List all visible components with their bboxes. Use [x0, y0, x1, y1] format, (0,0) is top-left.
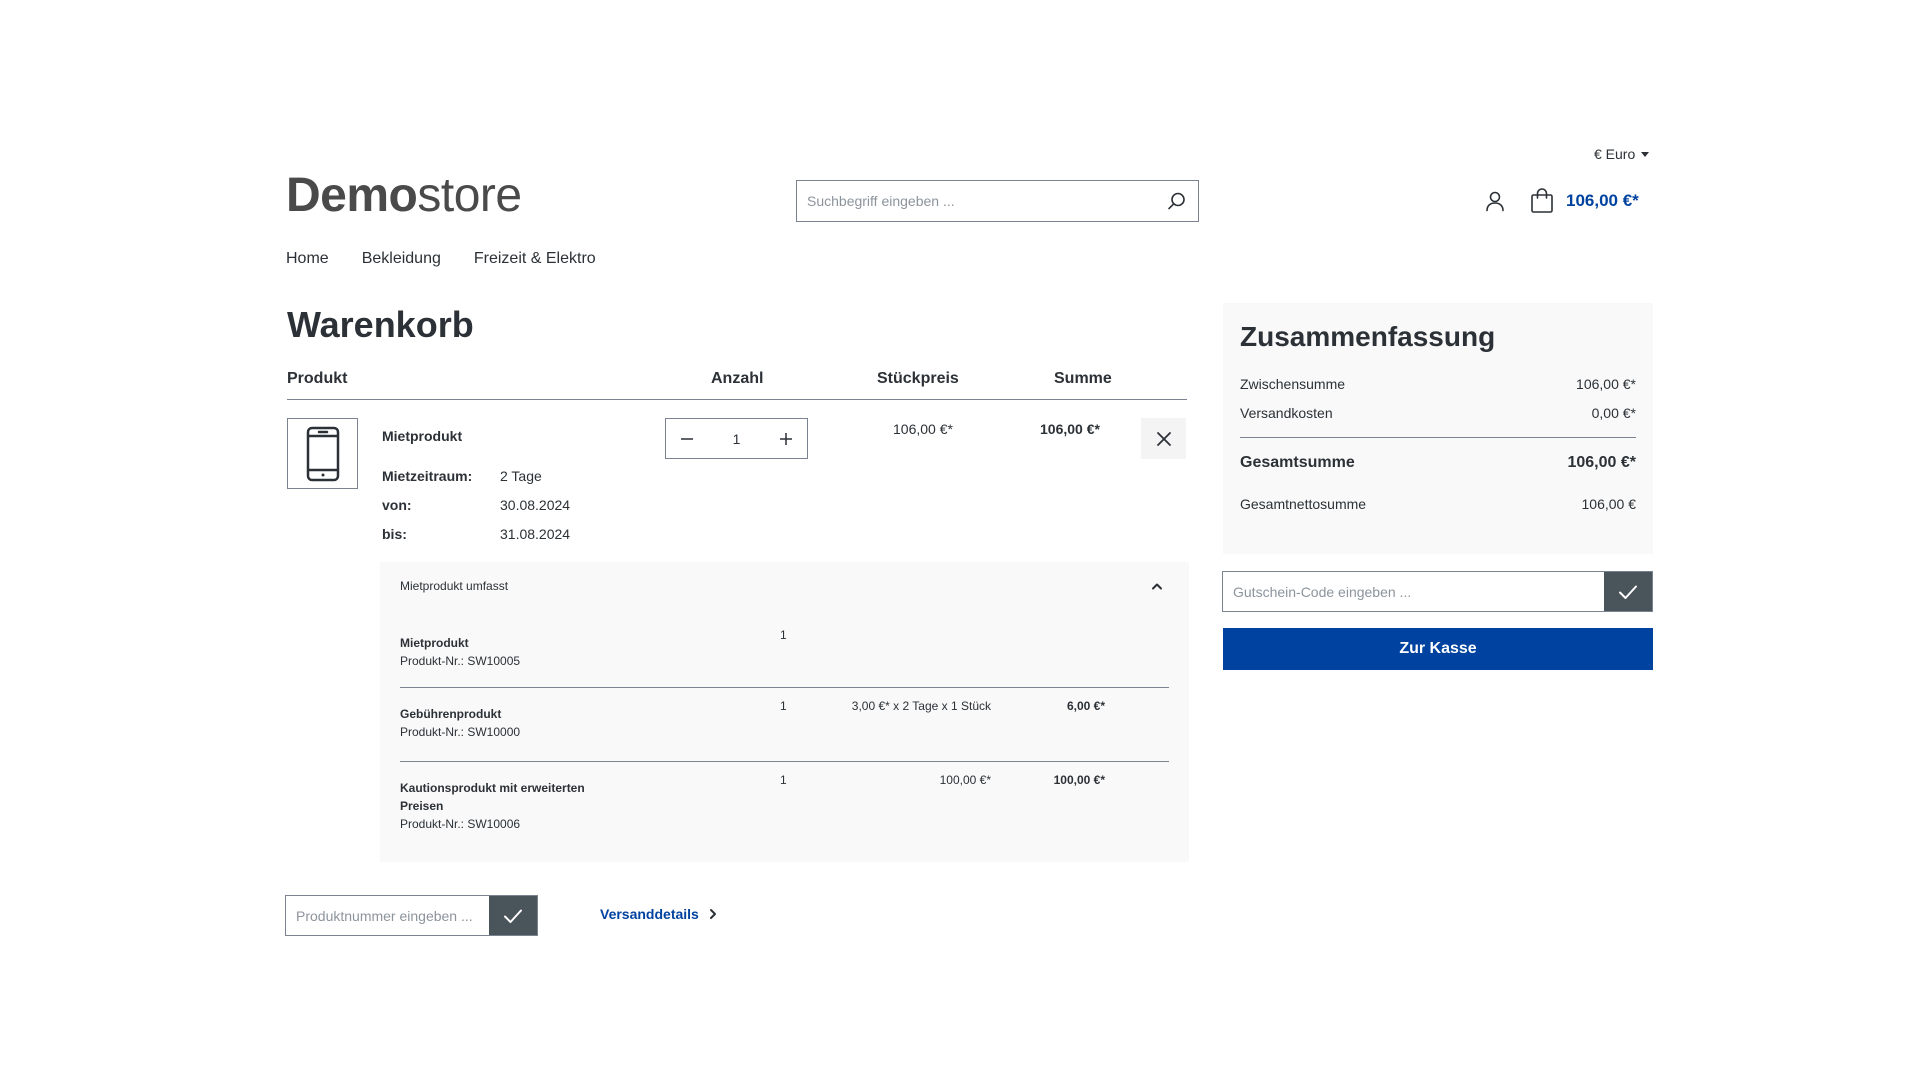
smartphone-icon — [306, 426, 339, 481]
page-title: Warenkorb — [287, 304, 474, 345]
currency-dropdown[interactable]: € Euro — [1594, 146, 1650, 162]
nav-item-freizeit-elektro[interactable]: Freizeit & Elektro — [474, 250, 596, 268]
bundle-item-qty: 1 — [780, 773, 787, 787]
product-name[interactable]: Mietprodukt — [382, 428, 462, 444]
shipping-cost-label: Versandkosten — [1240, 405, 1333, 421]
net-total-value: 106,00 € — [1581, 496, 1637, 512]
rental-to-label: bis: — [382, 526, 407, 542]
voucher-input[interactable] — [1223, 572, 1604, 611]
increase-quantity-button[interactable] — [765, 419, 807, 458]
net-total-label: Gesamtnettosumme — [1240, 496, 1367, 512]
summary-title: Zusammenfassung — [1240, 321, 1496, 352]
bundle-row: Kautionsprodukt mit erweiterten Preisen … — [400, 761, 1169, 851]
bundle-item-sku: Produkt-Nr.: SW10000 — [400, 725, 521, 739]
quantity-value[interactable]: 1 — [708, 431, 765, 447]
check-icon — [1619, 585, 1637, 599]
column-header-product: Produkt — [287, 370, 348, 387]
logo-bold-text: Demo — [286, 169, 418, 222]
column-header-quantity: Anzahl — [711, 370, 764, 387]
bundle-panel: Mietprodukt umfasst Mietprodukt Produkt-… — [380, 562, 1189, 862]
bundle-item-price: 100,00 €* — [939, 773, 991, 787]
search-button[interactable] — [1156, 181, 1198, 221]
currency-label: € Euro — [1594, 146, 1636, 162]
order-summary-panel: Zusammenfassung Zwischensumme 106,00 €* … — [1223, 303, 1653, 554]
column-header-unit-price: Stückpreis — [877, 370, 959, 387]
shipping-details-link[interactable]: Versanddetails — [600, 906, 717, 922]
bundle-item-name: Kautionsprodukt mit erweiterten Preisen — [400, 781, 585, 813]
logo-light-text: store — [417, 169, 522, 222]
summary-shipping-row: Versandkosten 0,00 €* — [1240, 405, 1636, 421]
product-image[interactable] — [287, 418, 358, 489]
cart-table-header: Produkt Anzahl Stückpreis Summe — [287, 368, 1187, 400]
summary-grand-total-row: Gesamtsumme 106,00 €* — [1240, 454, 1636, 472]
bundle-item-price: 3,00 €* x 2 Tage x 1 Stück — [851, 699, 991, 713]
column-header-total: Summe — [1054, 370, 1112, 387]
bundle-row: Gebührenprodukt Produkt-Nr.: SW10000 1 3… — [400, 687, 1169, 761]
bundle-row: Mietprodukt Produkt-Nr.: SW10005 1 — [400, 617, 1169, 687]
rental-period-label: Mietzeitraum: — [382, 468, 473, 484]
caret-down-icon — [1641, 152, 1650, 157]
summary-divider — [1240, 437, 1636, 438]
chevron-up-icon — [1152, 583, 1162, 590]
apply-voucher-button[interactable] — [1604, 572, 1652, 611]
item-unit-price: 106,00 €* — [893, 421, 953, 437]
bundle-row-divider — [400, 761, 1169, 762]
summary-net-total-row: Gesamtnettosumme 106,00 € — [1240, 496, 1636, 512]
store-logo[interactable]: Demostore — [286, 172, 522, 220]
bundle-collapse-button[interactable] — [1145, 574, 1169, 598]
grand-total-label: Gesamtsumme — [1240, 454, 1355, 471]
account-button[interactable] — [1480, 186, 1510, 216]
bundle-item-qty: 1 — [780, 628, 787, 642]
subtotal-label: Zwischensumme — [1240, 376, 1346, 392]
bundle-item-name: Gebührenprodukt — [400, 707, 502, 721]
close-icon — [1156, 431, 1171, 446]
shopping-bag-icon — [1531, 188, 1553, 213]
bundle-item-total: 100,00 €* — [1053, 773, 1105, 787]
search-icon — [1168, 192, 1185, 210]
bundle-item-sku: Produkt-Nr.: SW10006 — [400, 817, 521, 831]
add-product-by-number-form — [285, 895, 538, 936]
bundle-row-divider — [400, 687, 1169, 688]
shipping-details-label: Versanddetails — [600, 906, 699, 922]
plus-icon — [780, 432, 792, 445]
minus-icon — [681, 437, 693, 440]
rental-to-value: 31.08.2024 — [500, 526, 571, 542]
bundle-item-sku: Produkt-Nr.: SW10005 — [400, 654, 521, 668]
add-product-button[interactable] — [489, 896, 537, 935]
cart-button[interactable]: 106,00 €* — [1530, 186, 1639, 216]
bundle-heading: Mietprodukt umfasst — [400, 579, 509, 593]
search-input[interactable] — [797, 181, 1156, 221]
product-number-input[interactable] — [286, 896, 489, 935]
decrease-quantity-button[interactable] — [666, 419, 708, 458]
remove-item-button[interactable] — [1141, 418, 1186, 459]
bundle-item-qty: 1 — [780, 699, 787, 713]
user-icon — [1486, 191, 1504, 212]
bundle-item-name: Mietprodukt — [400, 636, 469, 650]
quantity-stepper: 1 — [665, 418, 808, 459]
subtotal-value: 106,00 €* — [1576, 376, 1636, 392]
item-total-price: 106,00 €* — [1040, 421, 1100, 437]
bundle-item-total: 6,00 €* — [1066, 699, 1105, 713]
grand-total-value: 106,00 €* — [1567, 454, 1636, 471]
check-icon — [504, 909, 522, 923]
summary-subtotal-row: Zwischensumme 106,00 €* — [1240, 376, 1636, 392]
shipping-cost-value: 0,00 €* — [1591, 405, 1636, 421]
voucher-form — [1222, 571, 1653, 612]
chevron-right-icon — [709, 909, 716, 919]
rental-from-label: von: — [382, 497, 412, 513]
rental-period-value: 2 Tage — [500, 468, 542, 484]
checkout-button[interactable]: Zur Kasse — [1223, 628, 1653, 670]
nav-item-home[interactable]: Home — [286, 250, 329, 268]
nav-item-bekleidung[interactable]: Bekleidung — [362, 250, 441, 268]
main-navigation: Home Bekleidung Freizeit & Elektro — [286, 250, 596, 268]
cart-total: 106,00 €* — [1566, 191, 1639, 210]
rental-from-value: 30.08.2024 — [500, 497, 571, 513]
search-bar — [796, 180, 1199, 222]
